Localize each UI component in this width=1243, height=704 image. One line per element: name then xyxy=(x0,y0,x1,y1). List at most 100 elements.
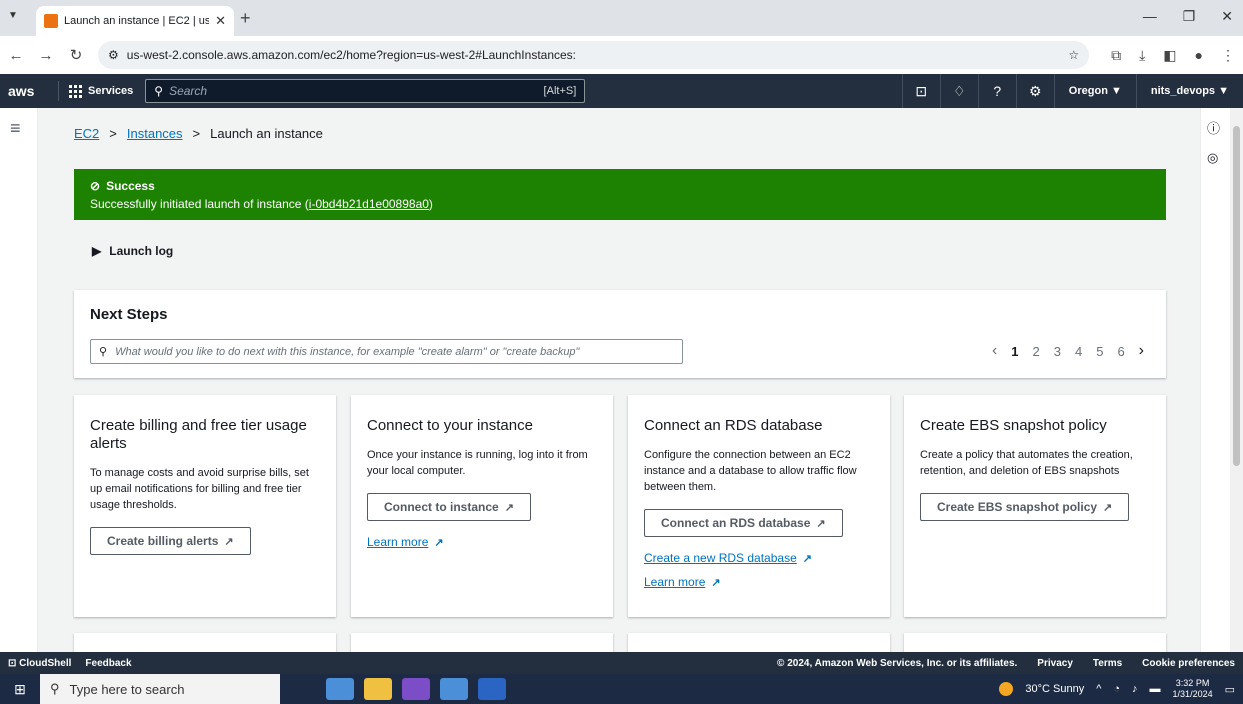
search-shortcut: [Alt+S] xyxy=(543,85,577,97)
reload-icon[interactable]: ↻ xyxy=(68,46,84,64)
extensions-icon[interactable]: ⧉ xyxy=(1111,47,1121,64)
chevron-right-icon: > xyxy=(109,126,117,141)
learn-more-link[interactable]: Learn more ↗ xyxy=(367,535,597,549)
cloudshell-button[interactable]: ⊡ CloudShell xyxy=(8,658,71,669)
launch-log-expander[interactable]: ▶ Launch log xyxy=(92,244,173,258)
info-icon[interactable]: ⓘ xyxy=(1207,118,1220,137)
learn-more-link[interactable]: Learn more ↗ xyxy=(644,575,874,589)
network-icon[interactable]: ◔ xyxy=(1113,683,1120,695)
close-tab-icon[interactable]: ✕ xyxy=(215,13,226,29)
connect-to-instance-button[interactable]: Connect to instance ↗ xyxy=(367,493,531,521)
tray-overflow-icon[interactable]: ^ xyxy=(1096,683,1101,695)
card-billing-alerts: Create billing and free tier usage alert… xyxy=(74,395,336,617)
page-6[interactable]: 6 xyxy=(1117,344,1124,359)
back-icon[interactable]: ← xyxy=(8,47,24,64)
new-tab-icon[interactable]: + xyxy=(240,8,251,29)
clock[interactable]: 3:32 PM 1/31/2024 xyxy=(1173,678,1213,700)
weather-text[interactable]: 30°C Sunny xyxy=(1025,683,1084,695)
page-3[interactable]: 3 xyxy=(1054,344,1061,359)
page-4[interactable]: 4 xyxy=(1075,344,1082,359)
next-steps-search-placeholder: What would you like to do next with this… xyxy=(115,345,580,358)
external-link-icon: ↗ xyxy=(504,502,514,514)
battery-icon[interactable]: ▬ xyxy=(1150,683,1161,695)
url-text: us-west-2.console.aws.amazon.com/ec2/hom… xyxy=(126,48,577,62)
external-link-icon: ↗ xyxy=(711,577,721,589)
cloudshell-icon[interactable]: ⊡ xyxy=(901,74,940,108)
create-ebs-snapshot-policy-button[interactable]: Create EBS snapshot policy ↗ xyxy=(920,493,1130,521)
chrome-taskbar-icon[interactable] xyxy=(326,678,354,700)
minimize-icon[interactable]: — xyxy=(1143,8,1157,25)
word-taskbar-icon[interactable] xyxy=(478,678,506,700)
create-rds-database-link[interactable]: Create a new RDS database ↗ xyxy=(644,551,874,565)
search-icon: ⚲ xyxy=(99,346,108,358)
cloudshell-icon: ⊡ xyxy=(8,657,20,669)
taskbar-search-input[interactable]: ⚲ Type here to search xyxy=(40,674,280,704)
forward-icon[interactable]: → xyxy=(38,47,54,64)
maximize-icon[interactable]: ❐ xyxy=(1183,8,1196,25)
page-2[interactable]: 2 xyxy=(1033,344,1040,359)
onenote-taskbar-icon[interactable] xyxy=(402,678,430,700)
breadcrumb-ec2[interactable]: EC2 xyxy=(74,126,99,141)
card-connect-rds: Connect an RDS database Configure the co… xyxy=(628,395,890,617)
connect-rds-database-button[interactable]: Connect an RDS database ↗ xyxy=(644,509,843,537)
chrome-profile-taskbar-icon[interactable] xyxy=(440,678,468,700)
tools-rail: ⓘ ◎ xyxy=(1200,108,1230,652)
success-message: Successfully initiated launch of instanc… xyxy=(90,197,433,211)
page-1[interactable]: 1 xyxy=(1011,344,1018,359)
cookie-preferences-link[interactable]: Cookie preferences xyxy=(1142,658,1235,669)
address-bar[interactable]: ⚙ us-west-2.console.aws.amazon.com/ec2/h… xyxy=(98,41,1090,69)
site-info-icon[interactable]: ⚙ xyxy=(108,48,119,62)
search-icon: ⚲ xyxy=(154,84,164,98)
terms-link[interactable]: Terms xyxy=(1093,658,1122,669)
create-billing-alerts-button[interactable]: Create billing alerts ↗ xyxy=(90,527,251,555)
copyright-text: © 2024, Amazon Web Services, Inc. or its… xyxy=(777,657,1018,669)
notifications-icon[interactable]: ▭ xyxy=(1225,683,1235,696)
settings-gear-icon[interactable]: ⚙ xyxy=(1015,74,1054,108)
instance-id-link[interactable]: i-0bd4b21d1e00898a0 xyxy=(309,197,429,211)
side-panel-icon[interactable]: ◧ xyxy=(1163,47,1176,64)
windows-start-icon[interactable]: ⊞ xyxy=(0,681,40,698)
hamburger-menu-icon[interactable]: ≡ xyxy=(10,118,21,139)
breadcrumb-instances[interactable]: Instances xyxy=(127,126,183,141)
feedback-link[interactable]: Feedback xyxy=(85,658,131,669)
taskbar-search-placeholder: Type here to search xyxy=(69,681,185,697)
aws-top-nav: aws Services ⚲ Search [Alt+S] ⊡ ♢ ? ⚙ Or… xyxy=(0,74,1243,108)
help-icon[interactable]: ? xyxy=(977,74,1016,108)
scrollbar[interactable] xyxy=(1230,108,1243,652)
scrollbar-thumb[interactable] xyxy=(1233,126,1240,466)
aws-logo[interactable]: aws xyxy=(8,83,48,99)
next-steps-panel: Next Steps ⚲ What would you like to do n… xyxy=(74,290,1166,378)
card-title: Create billing and free tier usage alert… xyxy=(90,417,307,452)
volume-icon[interactable]: ♪ xyxy=(1132,683,1138,695)
tab-title: Launch an instance | EC2 | us-w xyxy=(64,15,210,27)
download-icon[interactable]: ⤓ xyxy=(1139,47,1145,64)
tab-search-dropdown-icon[interactable]: ▼ xyxy=(8,10,18,21)
external-link-icon: ↗ xyxy=(802,553,812,565)
clock-time: 3:32 PM xyxy=(1175,678,1210,688)
profile-icon[interactable]: ● xyxy=(1195,47,1203,64)
external-link-icon: ↗ xyxy=(816,518,826,530)
breadcrumb-current: Launch an instance xyxy=(210,126,323,141)
bookmark-star-icon[interactable]: ☆ xyxy=(1068,48,1079,62)
prev-page-icon[interactable]: ‹ xyxy=(992,343,997,359)
pagination: ‹ 1 2 3 4 5 6 › xyxy=(992,343,1144,360)
page-5[interactable]: 5 xyxy=(1096,344,1103,359)
window-controls: — ❐ ✕ xyxy=(1143,8,1233,25)
account-menu[interactable]: nits_devops ▼ xyxy=(1135,74,1243,108)
privacy-link[interactable]: Privacy xyxy=(1037,658,1073,669)
browser-tab[interactable]: Launch an instance | EC2 | us-w ✕ xyxy=(36,6,234,36)
card-description: To manage costs and avoid surprise bills… xyxy=(90,467,309,511)
external-link-icon: ↗ xyxy=(1103,502,1113,514)
next-steps-search-input[interactable]: ⚲ What would you like to do next with th… xyxy=(90,339,683,364)
search-icon: ⚲ xyxy=(50,681,60,696)
notifications-bell-icon[interactable]: ♢ xyxy=(939,74,978,108)
close-window-icon[interactable]: ✕ xyxy=(1221,8,1233,25)
services-menu-button[interactable]: Services xyxy=(69,84,133,98)
aws-search-input[interactable]: ⚲ Search [Alt+S] xyxy=(145,79,586,103)
search-placeholder: Search xyxy=(169,84,208,98)
next-page-icon[interactable]: › xyxy=(1139,343,1144,359)
file-explorer-taskbar-icon[interactable] xyxy=(364,678,392,700)
browser-menu-icon[interactable]: ⋮ xyxy=(1221,47,1235,64)
region-selector[interactable]: Oregon ▼ xyxy=(1053,74,1136,108)
feedback-icon[interactable]: ◎ xyxy=(1207,150,1218,166)
